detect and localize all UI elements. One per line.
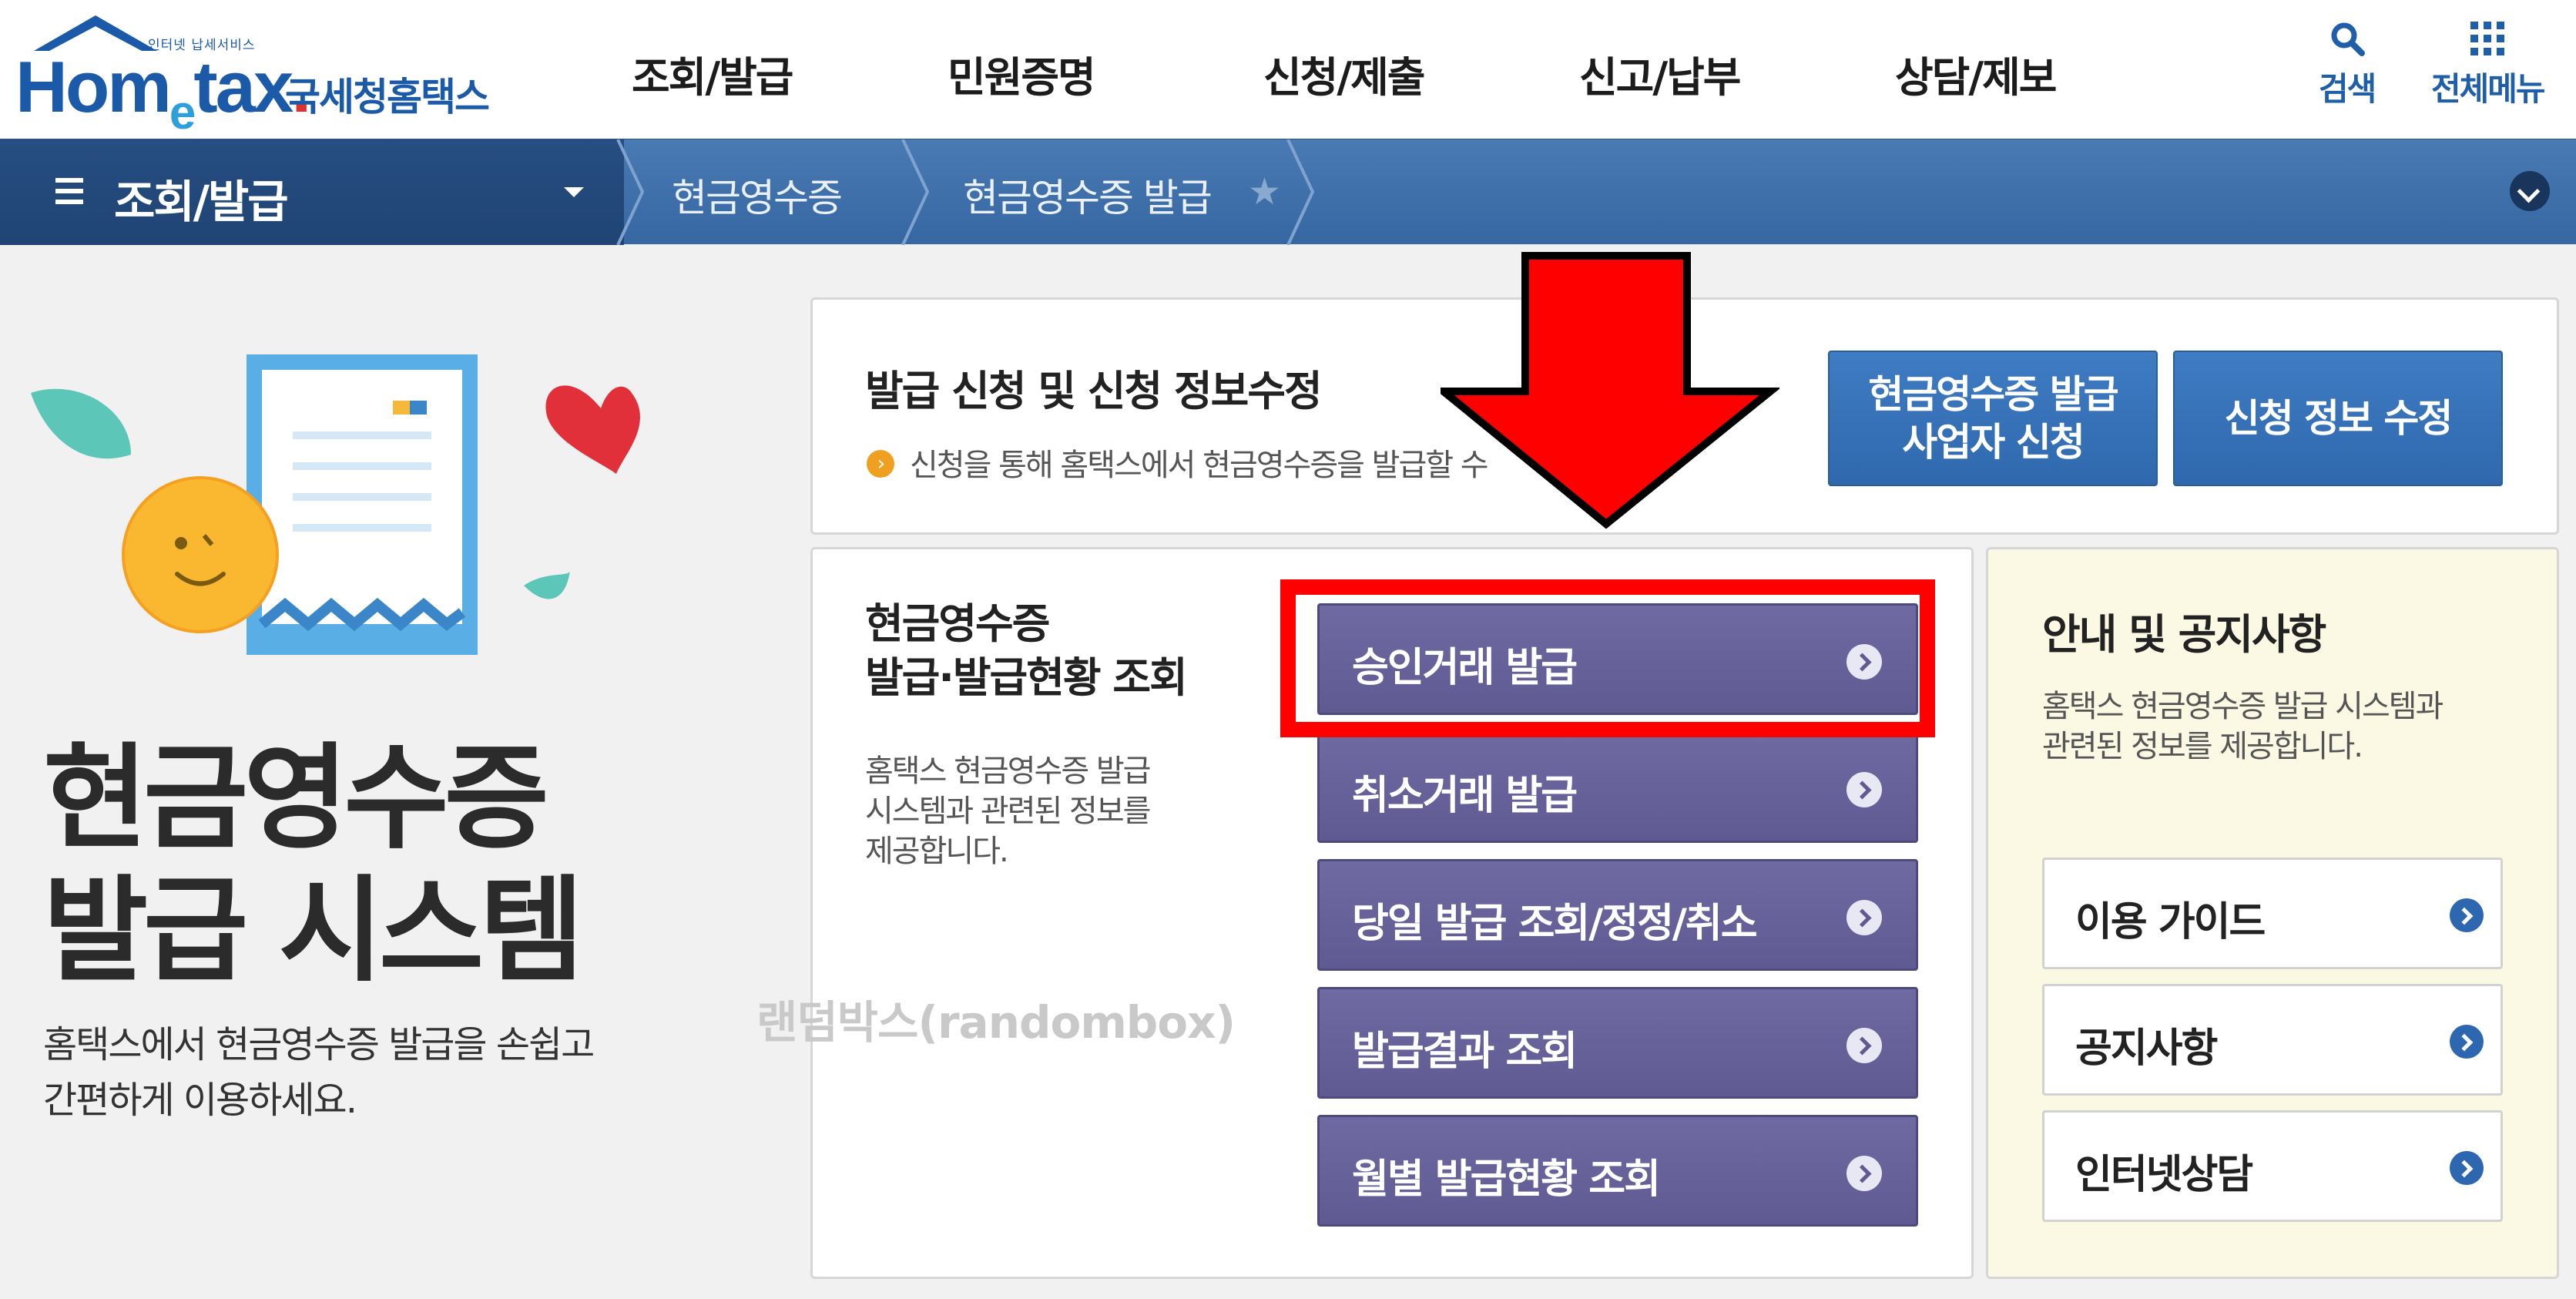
cancel-issue-button[interactable]: 취소거래 발급: [1317, 731, 1918, 843]
breadcrumb-item-cash-receipt-issue[interactable]: 현금영수증 발급: [963, 167, 1213, 223]
hero-description: 홈택스에서 현금영수증 발급을 손쉽고 간편하게 이용하세요.: [43, 1023, 595, 1122]
apply-panel-note-text: 신청을 통해 홈택스에서 현금영수증을 발급할 수: [910, 448, 1489, 483]
breadcrumb-separator: [901, 139, 930, 245]
breadcrumb-home-label: 조회/발급: [114, 176, 289, 228]
search-icon: [2331, 22, 2365, 56]
search-button[interactable]: 검색: [2319, 20, 2376, 110]
cancel-issue-label: 취소거래 발급: [1352, 773, 1578, 819]
apply-business-button[interactable]: 현금영수증 발급 사업자 신청: [1828, 351, 2158, 486]
apply-panel-title: 발급 신청 및 신청 정보수정: [865, 367, 1323, 415]
all-menu-button[interactable]: 전체메뉴: [2431, 20, 2546, 110]
breadcrumb-separator: [1286, 139, 1315, 245]
same-day-issue-button[interactable]: 당일 발급 조회/정정/취소: [1317, 859, 1918, 971]
nav-item-inquiry[interactable]: 조회/발급: [632, 43, 948, 104]
receipt-illustration: [31, 354, 640, 655]
nav-item-consult[interactable]: 상담/제보: [1895, 43, 2211, 104]
chevron-right-icon: [2450, 898, 2484, 932]
notice-panel-description: 홈택스 현금영수증 발급 시스템과 관련된 정보를 제공합니다.: [2042, 689, 2444, 764]
logo-wordmark: Hometax.: [15, 46, 311, 139]
user-guide-button[interactable]: 이용 가이드: [2042, 858, 2503, 969]
notices-button[interactable]: 공지사항: [2042, 984, 2503, 1096]
favorite-star-icon[interactable]: ★: [1248, 170, 1281, 213]
issue-result-button[interactable]: 발급결과 조회: [1317, 987, 1918, 1099]
red-down-arrow-icon: [1441, 252, 1779, 529]
hometax-logo[interactable]: 인터넷 납세서비스 Hometax. 국세청홈택스: [15, 11, 508, 139]
chevron-right-icon: [1846, 772, 1882, 807]
all-menu-label: 전체메뉴: [2431, 70, 2546, 108]
breadcrumb-menu-dropdown[interactable]: 조회/발급: [0, 139, 624, 245]
chevron-right-icon: [2450, 1151, 2484, 1185]
breadcrumb: 조회/발급 현금영수증 현금영수증 발급 ★: [0, 139, 2576, 245]
nav-item-apply[interactable]: 신청/제출: [1263, 43, 1579, 104]
apply-panel-note: › 신청을 통해 홈택스에서 현금영수증을 발급할 수: [867, 440, 1489, 485]
notice-panel-title: 안내 및 공지사항: [2042, 610, 2326, 659]
edit-application-button[interactable]: 신청 정보 수정: [2173, 351, 2503, 486]
notices-label: 공지사항: [2075, 1025, 2218, 1072]
chevron-right-icon: [2450, 1025, 2484, 1059]
main-navigation: 조회/발급 민원증명 신청/제출 신고/납부 상담/제보: [632, 43, 2211, 104]
hamburger-icon: [55, 178, 83, 204]
hero-title-line2: 발급 시스템: [43, 864, 584, 997]
hero-title: 현금영수증 발급 시스템: [43, 732, 584, 997]
search-label: 검색: [2319, 70, 2376, 108]
nav-item-report[interactable]: 신고/납부: [1579, 43, 1895, 104]
issue-result-label: 발급결과 조회: [1352, 1029, 1578, 1075]
breadcrumb-separator: [616, 139, 645, 245]
breadcrumb-item-cash-receipt[interactable]: 현금영수증: [672, 167, 843, 223]
expand-chevron-icon[interactable]: [2510, 171, 2550, 211]
chevron-right-icon: [1846, 1156, 1882, 1191]
chevron-right-icon: [1846, 1028, 1882, 1063]
issue-query-description: 홈택스 현금영수증 발급 시스템과 관련된 정보를 제공합니다.: [865, 754, 1151, 869]
grid-menu-icon: [2470, 22, 2505, 55]
same-day-issue-label: 당일 발급 조회/정정/취소: [1352, 901, 1758, 947]
online-consult-label: 인터넷상담: [2075, 1152, 2253, 1198]
highlight-box: [1280, 579, 1935, 737]
user-guide-label: 이용 가이드: [2075, 899, 2266, 945]
nav-item-certificate[interactable]: 민원증명: [948, 43, 1263, 104]
caret-down-icon: [564, 187, 584, 197]
chevron-right-icon: [1846, 900, 1882, 935]
notice-panel: 안내 및 공지사항 홈택스 현금영수증 발급 시스템과 관련된 정보를 제공합니…: [1986, 547, 2559, 1279]
online-consult-button[interactable]: 인터넷상담: [2042, 1110, 2503, 1222]
top-header: 인터넷 납세서비스 Hometax. 국세청홈택스 조회/발급 민원증명 신청/…: [0, 0, 2576, 139]
bullet-arrow-icon: ›: [867, 450, 894, 478]
watermark-text: 랜덤박스(randombox): [756, 996, 1236, 1049]
issue-query-title: 현금영수증 발급·발급현황 조회: [865, 599, 1188, 702]
hero-title-line1: 현금영수증: [43, 732, 549, 864]
monthly-status-label: 월별 발급현황 조회: [1352, 1156, 1661, 1203]
monthly-status-button[interactable]: 월별 발급현황 조회: [1317, 1115, 1918, 1227]
logo-subtitle: 국세청홈택스: [285, 75, 490, 119]
